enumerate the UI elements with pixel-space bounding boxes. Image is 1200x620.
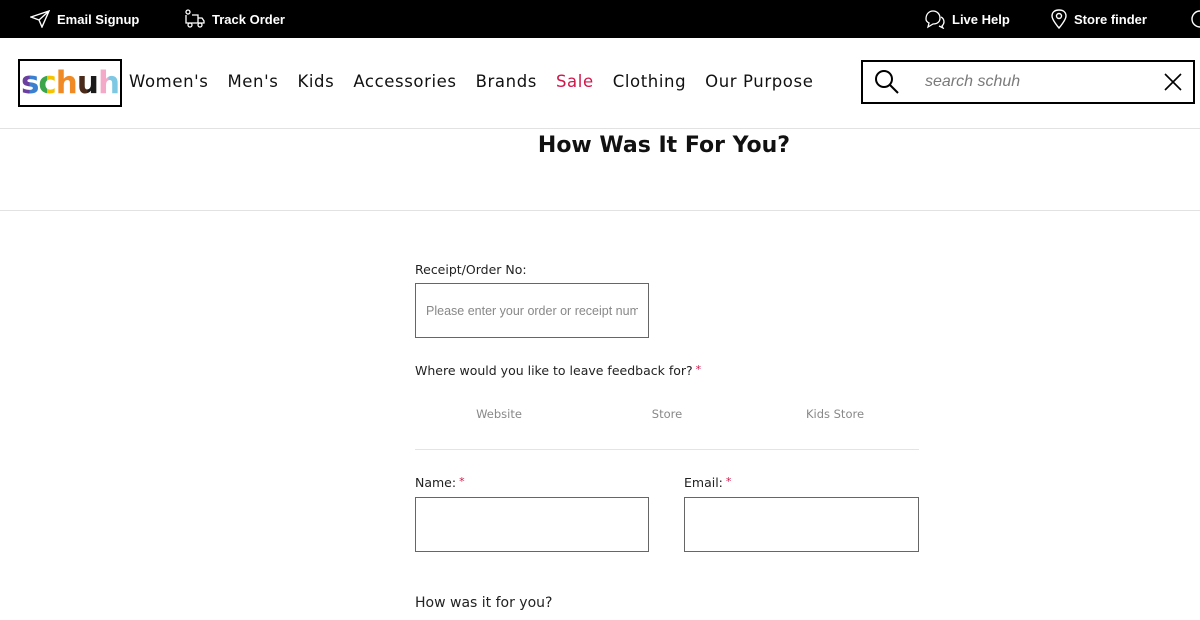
search-input[interactable] (925, 73, 1155, 91)
site-header: schuh Women's Men's Kids Accessories Bra… (0, 38, 1200, 129)
email-label-text: Email: (684, 475, 723, 490)
live-help-label: Live Help (952, 11, 1010, 27)
location-pin-icon (1051, 9, 1067, 29)
email-input[interactable] (684, 497, 919, 552)
live-help-link[interactable]: Live Help (924, 0, 1010, 38)
store-finder-label: Store finder (1074, 11, 1147, 27)
receipt-label: Receipt/Order No: (415, 262, 527, 277)
feedback-location-label: Where would you like to leave feedback f… (415, 363, 701, 378)
nav-womens[interactable]: Women's (129, 72, 208, 91)
paper-plane-icon (30, 10, 50, 28)
email-signup-label: Email Signup (57, 11, 140, 27)
logo-letter: h (97, 64, 120, 101)
main-nav: Women's Men's Kids Accessories Brands Sa… (129, 72, 832, 91)
utility-bar: Email Signup Track Order Live Help Store… (0, 0, 1200, 38)
option-kids-store[interactable]: Kids Store (751, 407, 919, 421)
search-bar (861, 60, 1195, 104)
search-icon[interactable] (873, 68, 901, 96)
feedback-location-text: Where would you like to leave feedback f… (415, 363, 693, 378)
page-title-band: How Was It For You? (0, 129, 1200, 211)
chat-bubbles-icon (925, 9, 945, 29)
name-input[interactable] (415, 497, 649, 552)
option-store[interactable]: Store (583, 407, 751, 421)
clear-search-icon[interactable] (1163, 72, 1183, 92)
page-title: How Was It For You? (537, 133, 791, 158)
schuh-logo[interactable]: schuh (18, 59, 122, 107)
receipt-input[interactable] (415, 283, 649, 338)
logo-letter: u (76, 64, 99, 101)
nav-brands[interactable]: Brands (476, 72, 537, 91)
logo-letter: c (38, 64, 56, 101)
account-link[interactable] (1190, 0, 1200, 38)
name-label-text: Name: (415, 475, 457, 490)
email-label: Email: * (684, 475, 731, 490)
logo-letter: h (55, 64, 78, 101)
delivery-van-icon (185, 9, 205, 28)
logo-text: schuh (20, 64, 120, 101)
nav-kids[interactable]: Kids (297, 72, 334, 91)
nav-accessories[interactable]: Accessories (353, 72, 456, 91)
nav-sale[interactable]: Sale (556, 72, 594, 91)
nav-mens[interactable]: Men's (227, 72, 278, 91)
logo-letter: s (20, 64, 39, 101)
name-label: Name: * (415, 475, 465, 490)
store-finder-link[interactable]: Store finder (1051, 0, 1147, 38)
track-order-label: Track Order (212, 11, 285, 27)
required-mark: * (459, 475, 465, 488)
nav-clothing[interactable]: Clothing (613, 72, 686, 91)
track-order-link[interactable]: Track Order (183, 0, 285, 38)
nav-our-purpose[interactable]: Our Purpose (705, 72, 813, 91)
required-mark: * (695, 363, 702, 376)
how-was-it-label: How was it for you? (415, 595, 553, 611)
feedback-location-options: Website Store Kids Store (415, 407, 919, 450)
email-signup-link[interactable]: Email Signup (30, 0, 139, 38)
option-website[interactable]: Website (415, 407, 583, 421)
account-icon (1191, 10, 1200, 28)
required-mark: * (725, 475, 732, 488)
